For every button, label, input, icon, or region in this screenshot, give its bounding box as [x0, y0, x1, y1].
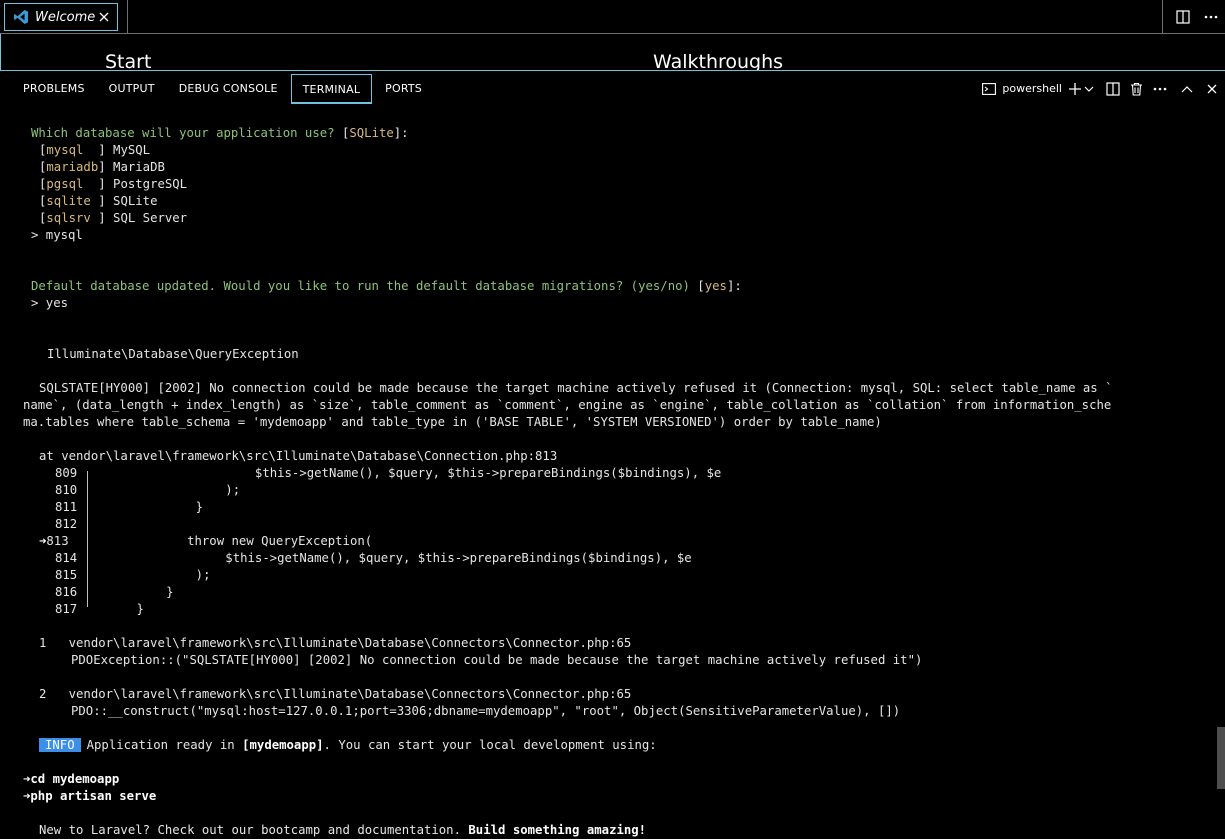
terminal-scrollbar[interactable] — [1217, 727, 1225, 789]
split-terminal-icon[interactable] — [1106, 71, 1120, 106]
more-actions-icon[interactable] — [1197, 0, 1225, 33]
terminal-line: Default database updated. Would you like… — [31, 279, 742, 293]
tab-separator — [127, 0, 128, 33]
code-line: 809 $this->getName(), $query, $this->pre… — [55, 466, 722, 480]
exception-message: ma.tables where table_schema = 'mydemoap… — [23, 415, 882, 429]
stack-frame-1: 1 vendor\laravel\framework\src\Illuminat… — [39, 636, 632, 650]
tab-terminal[interactable]: TERMINAL — [290, 73, 373, 104]
split-editor-icon[interactable] — [1169, 0, 1197, 33]
terminal-answer: > yes — [31, 296, 69, 310]
tab-ports[interactable]: PORTS — [374, 74, 433, 104]
info-badge: INFO — [39, 738, 81, 752]
vscode-icon — [14, 10, 28, 24]
bottom-panel: PROBLEMS OUTPUT DEBUG CONSOLE TERMINAL P… — [0, 70, 1225, 839]
stack-location: at vendor\laravel\framework\src\Illumina… — [39, 449, 558, 463]
terminal-icon — [982, 82, 997, 95]
db-option-sqlite: [sqlite ] SQLite — [39, 194, 158, 208]
code-line: 810 ); — [55, 483, 241, 497]
db-option-sqlsrv: [sqlsrv ] SQL Server — [39, 211, 188, 225]
stack-frame-2-call: PDO::__construct("mysql:host=127.0.0.1;p… — [71, 704, 901, 718]
db-option-pgsql: [pgsql ] PostgreSQL — [39, 177, 188, 191]
shell-label: powershell — [1002, 82, 1062, 95]
welcome-start-heading: Start — [105, 51, 152, 70]
exception-class: Illuminate\Database\QueryException — [47, 347, 299, 361]
trash-icon[interactable] — [1130, 71, 1143, 106]
maximize-panel-icon[interactable] — [1181, 71, 1193, 106]
tab-welcome[interactable]: Welcome — [4, 3, 118, 31]
panel-actions: powershell — [976, 71, 1217, 106]
exception-message: SQLSTATE[HY000] [2002] No connection cou… — [39, 381, 1113, 395]
command-cd: ➜cd mydemoapp — [23, 772, 120, 786]
welcome-walkthroughs-heading: Walkthroughs — [653, 51, 784, 70]
editor-tab-bar: Welcome — [0, 0, 1225, 34]
chevron-down-icon[interactable] — [1084, 71, 1094, 106]
stack-frame-2: 2 vendor\laravel\framework\src\Illuminat… — [39, 687, 632, 701]
tab-output[interactable]: OUTPUT — [98, 74, 166, 104]
terminal-shell-selector[interactable]: powershell — [982, 71, 1062, 106]
db-option-mariadb: [mariadb] MariaDB — [39, 160, 165, 174]
more-actions-icon[interactable] — [1153, 71, 1167, 106]
code-line: 817 } — [55, 602, 144, 616]
new-terminal-icon[interactable] — [1068, 71, 1082, 106]
info-line: INFO Application ready in [mydemoapp]. Yo… — [39, 737, 657, 754]
code-line: 816 } — [55, 585, 174, 599]
welcome-editor: Start Walkthroughs — [0, 34, 1225, 70]
tab-label: Welcome — [35, 9, 96, 25]
db-option-mysql: [mysql ] MySQL — [39, 143, 151, 157]
stack-frame-1-call: PDOException::("SQLSTATE[HY000] [2002] N… — [71, 653, 923, 667]
close-icon[interactable] — [97, 10, 111, 24]
close-panel-icon[interactable] — [1207, 71, 1217, 106]
tab-problems[interactable]: PROBLEMS — [12, 74, 96, 104]
terminal-line: Which database will your application use… — [31, 126, 409, 140]
code-line: 811 } — [55, 500, 204, 514]
command-serve: ➜php artisan serve — [23, 789, 157, 803]
exception-message: name`, (data_length + index_length) as `… — [23, 398, 1112, 412]
actions-divider — [1162, 0, 1163, 33]
vscode-window: Welcome Start Walkthroughs PROBLEMS OUTP… — [0, 0, 1225, 839]
code-line: 812 — [55, 517, 78, 531]
panel-tabs: PROBLEMS OUTPUT DEBUG CONSOLE TERMINAL P… — [12, 71, 435, 106]
terminal-answer: > mysql — [31, 228, 83, 242]
code-line: 815 ); — [55, 568, 211, 582]
footer-line: New to Laravel? Check out our bootcamp a… — [39, 823, 647, 837]
code-line-highlighted: ➜813 throw new QueryException( — [39, 534, 373, 548]
tab-debug-console[interactable]: DEBUG CONSOLE — [168, 74, 289, 104]
editor-actions — [1162, 0, 1225, 33]
code-line: 814 $this->getName(), $query, $this->pre… — [55, 551, 692, 565]
terminal-output[interactable]: Which database will your application use… — [0, 106, 1212, 839]
